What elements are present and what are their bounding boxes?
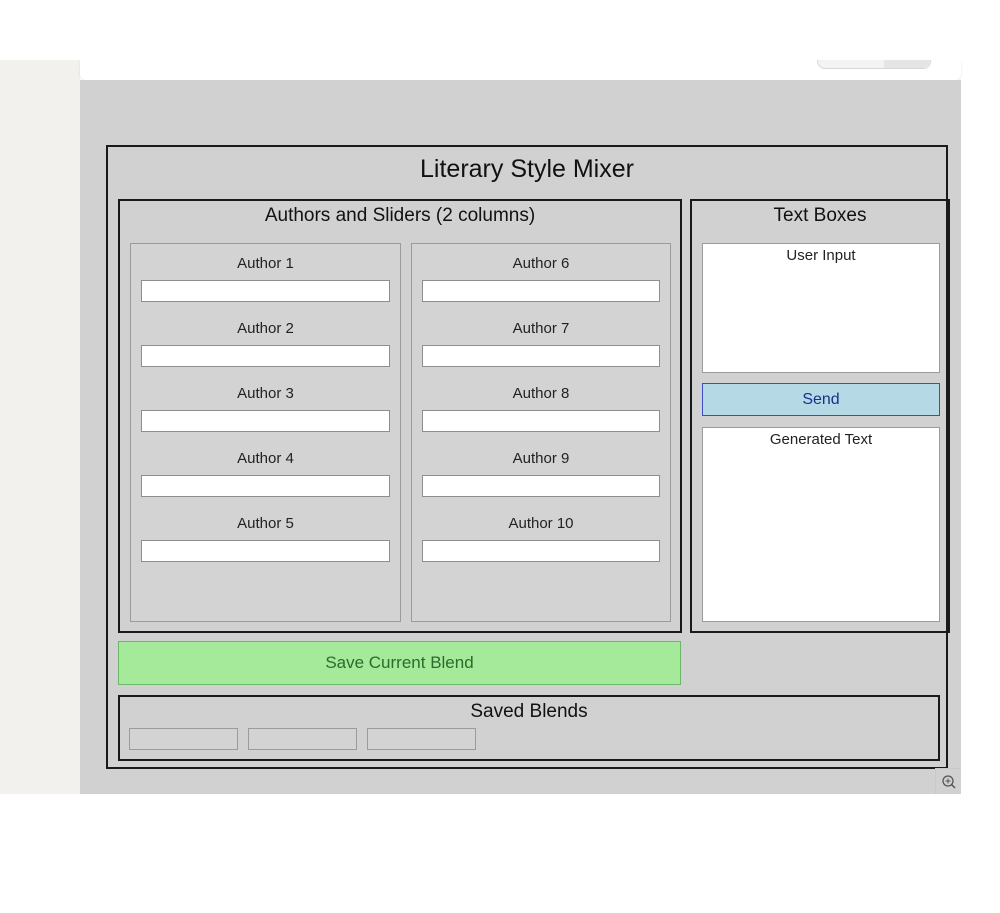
author-label: Author 9 [512,450,570,467]
saved-blends-title: Saved Blends [470,701,588,722]
author-2-input[interactable] [141,345,390,367]
author-label: Author 8 [512,385,570,402]
author-label: Author 5 [237,515,294,532]
author-label: Author 1 [237,255,294,272]
author-3-input[interactable] [141,410,390,432]
author-6-input[interactable] [422,280,660,302]
author-row: Author 4 [141,439,390,497]
author-label: Author 6 [512,255,570,272]
literary-style-mixer-app: Literary Style Mixer Authors and Sliders… [106,145,950,769]
author-row: Author 1 [141,244,390,302]
app-canvas: Literary Style Mixer Authors and Sliders… [80,80,961,794]
authors-column-1: Author 1 Author 2 Author 3 Author 4 Auth… [130,243,401,622]
send-button[interactable]: Send [702,383,940,416]
author-9-input[interactable] [422,475,660,497]
text-boxes-title: Text Boxes [773,205,867,226]
author-label: Author 2 [237,320,294,337]
top-toolbar-card [80,60,961,80]
authors-panel: Authors and Sliders (2 columns) Author 1… [118,199,682,633]
author-label: Author 4 [237,450,294,467]
author-5-input[interactable] [141,540,390,562]
author-row: Author 2 [141,309,390,367]
author-8-input[interactable] [422,410,660,432]
author-row: Author 3 [141,374,390,432]
save-current-blend-button[interactable]: Save Current Blend [118,641,681,685]
text-boxes-panel: Text Boxes User Input Send Generated Tex… [690,199,950,633]
authors-panel-title: Authors and Sliders (2 columns) [264,205,536,226]
author-row: Author 10 [422,504,660,562]
saved-blend-slot[interactable] [367,728,476,750]
generated-text-label: Generated Text [769,431,873,448]
author-row: Author 8 [422,374,660,432]
saved-blend-slot[interactable] [248,728,357,750]
author-row: Author 7 [422,309,660,367]
author-label: Author 10 [508,515,574,532]
zoom-in-icon[interactable] [935,768,961,794]
authors-column-2: Author 6 Author 7 Author 8 Author 9 Auth… [411,243,671,622]
author-1-input[interactable] [141,280,390,302]
author-label: Author 3 [237,385,294,402]
saved-blends-panel: Saved Blends [118,695,940,761]
author-label: Author 7 [512,320,570,337]
author-row: Author 5 [141,504,390,562]
toggle-pill[interactable] [817,60,931,69]
generated-text-box: Generated Text [702,427,940,622]
author-7-input[interactable] [422,345,660,367]
left-sidebar-strip [0,60,80,794]
author-row: Author 6 [422,244,660,302]
author-row: Author 9 [422,439,660,497]
user-input-box[interactable]: User Input [702,243,940,373]
app-title: Literary Style Mixer [420,155,634,183]
user-input-label: User Input [786,247,856,264]
author-10-input[interactable] [422,540,660,562]
author-4-input[interactable] [141,475,390,497]
saved-blend-slot[interactable] [129,728,238,750]
